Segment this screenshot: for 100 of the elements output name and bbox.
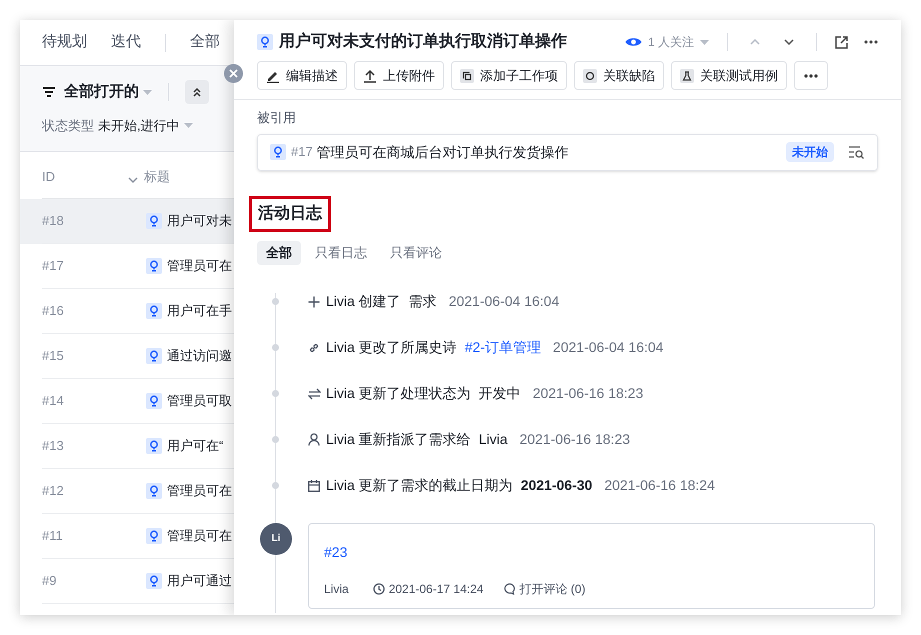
id-cell-text: #15 [42,347,64,366]
activity-text: Livia 更新了需求的截止日期为 [326,476,513,495]
id-cell-text: #18 [42,212,64,230]
activity-text: Livia 创建了 [326,292,401,311]
eye-icon [624,36,642,48]
section-heading: 活动日志 [258,204,322,222]
lightbulb-icon [146,348,162,364]
action-button[interactable]: 编辑描述 [257,61,347,90]
table-row[interactable]: #9 用户可通过 [20,559,234,604]
title-cell-text: 管理员可取 [167,392,232,410]
id-cell-text: #16 [42,302,64,320]
plus-icon [308,296,320,308]
reference-id: #17 [291,143,313,162]
flask-icon [680,68,694,82]
issue-title: 用户可对未支付的订单执行取消订单操作 [279,31,567,52]
chat-bubble-icon [503,582,516,594]
activity-target: 需求 [408,292,437,311]
activity-text: Livia 更改了所属史诗 [326,338,457,357]
more-icon [804,74,818,78]
table-row[interactable]: #15 通过访问邀 [20,334,234,379]
action-button[interactable]: 关联测试用例 [671,61,787,90]
caret-icon [143,90,152,94]
activity-time: 2021-06-04 16:04 [552,338,664,357]
filter-tab[interactable]: 只看日志 [306,240,376,264]
id-cell-text: #12 [42,482,64,500]
lightbulb-icon [146,438,162,454]
copy-icon [460,68,474,82]
clock-icon [372,582,385,594]
table-row[interactable]: #12 管理员可在 [20,469,234,514]
lightbulb-icon [146,258,162,274]
id-cell-text: #9 [42,572,56,590]
id-cell-text: #17 [42,257,64,276]
title-cell-text: 用户可通过 [167,572,232,590]
lightbulb-icon [146,528,162,544]
filter-icon [42,86,56,98]
activity-time: 2021-06-16 18:23 [519,430,630,449]
comment-author: Livia [324,580,349,598]
more-actions-button[interactable] [794,61,828,90]
action-button[interactable]: 关联缺陷 [574,61,664,90]
collapse-button[interactable] [185,80,209,104]
user-avatar: Li [260,522,292,554]
person-icon [308,433,320,446]
open-comments-link[interactable]: 打开评论 (0) [519,580,586,598]
calendar-icon [308,480,320,492]
lightbulb-icon [146,213,162,229]
activity-text: Livia 更新了处理状态为 [326,384,471,403]
comment-time: 2021-06-17 14:24 [388,580,484,598]
lightbulb-icon [270,144,286,160]
title-cell-text: 管理员可在 [167,257,232,276]
filter-tab[interactable]: 只看评论 [381,240,451,264]
lightbulb-icon [257,34,273,50]
title-cell-text: 通过访问邀 [167,347,232,366]
lightbulb-icon [146,303,162,319]
activity-time: 2021-06-16 18:24 [604,476,715,495]
title-cell-text: 用户可在手 [167,302,232,320]
reference-title: 管理员可在商城后台对订单执行发货操作 [316,142,569,162]
title-cell-text: 管理员可在 [167,527,232,546]
activity-target: 开发中 [478,384,521,403]
filter-label: 状态类型 [42,117,94,135]
title-cell-text: 用户可对未 [167,212,232,230]
upload-icon [363,68,377,82]
activity-text: Livia 重新指派了需求给 [326,430,471,449]
filter-tab[interactable]: 全部 [257,240,301,264]
activity-time: 2021-06-04 16:04 [448,292,560,311]
reference-card[interactable]: #17 管理员可在商城后台对订单执行发货操作 未开始 [257,134,878,170]
chevron-down-icon [128,177,138,183]
id-cell-text: #11 [42,527,63,546]
title-cell-text: 用户可在“ [167,437,224,456]
table-row[interactable]: #11 管理员可在 [20,514,234,559]
section-label: 被引用 [257,109,296,127]
filter-dropdown[interactable]: 全部打开的 [64,80,152,104]
id-cell-text: #13 [42,437,64,456]
filter-value-dropdown[interactable]: 未开始,进行中 [98,116,193,136]
close-icon [229,69,238,78]
action-button[interactable]: 上传附件 [354,61,444,90]
circle-icon [583,68,597,82]
action-button[interactable]: 添加子工作项 [451,61,567,90]
table-row[interactable]: #18 用户可对未 [20,199,234,244]
nav-tab[interactable]: 待规划 [42,31,87,54]
column-header: ID [42,168,56,186]
more-button[interactable] [864,40,878,44]
lightbulb-icon [146,573,162,589]
double-chevron-up-icon [192,87,202,97]
nav-tab[interactable]: 全部 [190,31,220,54]
status-badge: 未开始 [786,142,834,162]
table-row[interactable]: #17 管理员可在 [20,244,234,289]
search-list-icon [848,145,865,159]
caret-icon [700,40,709,44]
activity-target[interactable]: #2-订单管理 [464,337,541,358]
table-row[interactable]: #14 管理员可取 [20,379,234,424]
activity-target: Livia [478,430,508,449]
open-external-button[interactable] [835,36,848,48]
table-row[interactable]: #16 用户可在手 [20,289,234,334]
nav-tab[interactable]: 迭代 [111,31,141,54]
lightbulb-icon [146,483,162,499]
table-row[interactable]: #13 用户可在“ [20,424,234,469]
activity-time: 2021-06-16 18:23 [532,384,644,403]
column-header: 标题 [144,168,170,186]
comment-link[interactable]: #23 [324,544,348,560]
lightbulb-icon [146,393,162,409]
